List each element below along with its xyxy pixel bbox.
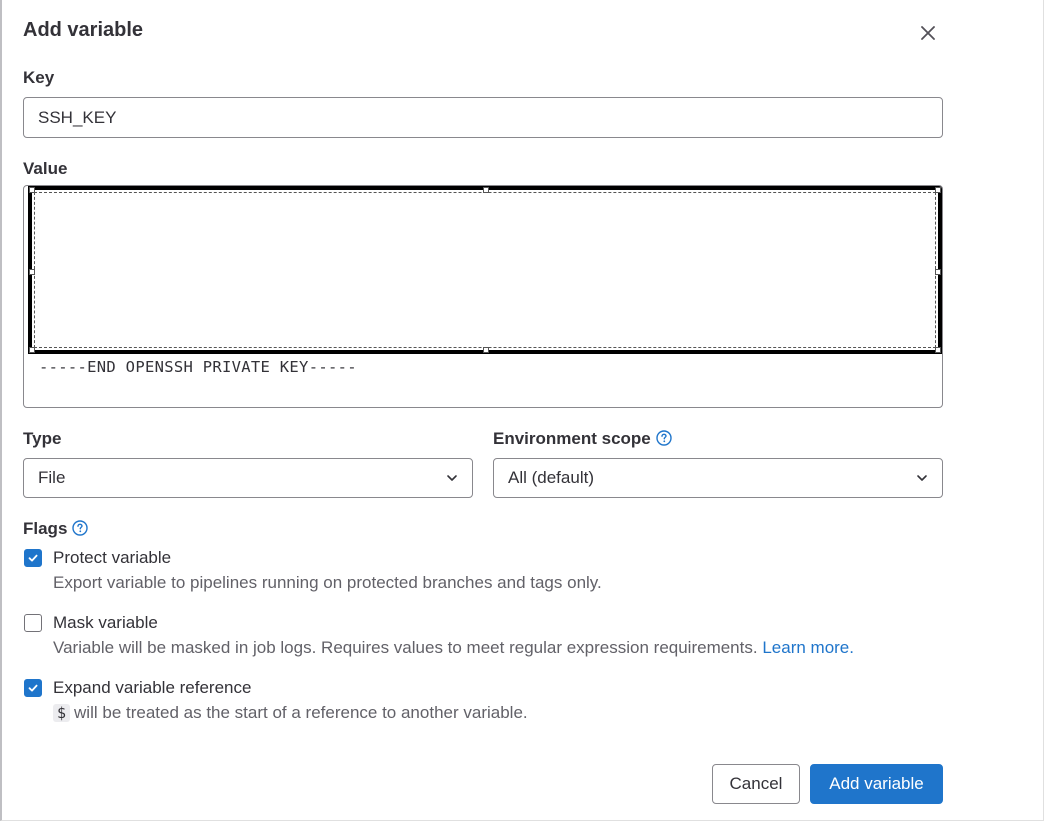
- environment-scope-label: Environment scope: [493, 429, 651, 448]
- expand-variable-help-row: $ will be treated as the start of a refer…: [53, 703, 528, 723]
- key-input[interactable]: SSH_KEY: [23, 97, 943, 138]
- redaction-selection: [34, 192, 936, 348]
- resize-handle: [935, 187, 941, 193]
- value-textarea[interactable]: -----END OPENSSH PRIVATE KEY-----: [23, 185, 943, 408]
- cancel-button[interactable]: Cancel: [712, 764, 800, 804]
- resize-handle: [935, 269, 941, 275]
- redaction-box: [28, 186, 942, 354]
- close-icon: [921, 26, 935, 40]
- check-icon: [28, 554, 38, 562]
- resize-handle: [29, 269, 35, 275]
- environment-scope-label-row: Environment scope: [493, 429, 672, 451]
- question-circle-icon[interactable]: [72, 520, 89, 541]
- chevron-down-icon: [447, 475, 457, 481]
- add-variable-button[interactable]: Add variable: [810, 764, 943, 804]
- protect-variable-help: Export variable to pipelines running on …: [53, 573, 602, 592]
- mask-variable-checkbox[interactable]: [24, 614, 42, 632]
- environment-scope-select[interactable]: All (default): [493, 458, 943, 498]
- expand-variable-label[interactable]: Expand variable reference: [53, 678, 251, 698]
- chevron-down-icon: [917, 475, 927, 481]
- key-input-value: SSH_KEY: [38, 107, 117, 127]
- type-select[interactable]: File: [23, 458, 473, 498]
- mask-variable-help: Variable will be masked in job logs. Req…: [53, 638, 758, 657]
- expand-variable-help: will be treated as the start of a refere…: [74, 703, 528, 722]
- mask-variable-label[interactable]: Mask variable: [53, 613, 158, 633]
- value-visible-text: -----END OPENSSH PRIVATE KEY-----: [39, 358, 357, 376]
- close-button[interactable]: [914, 19, 942, 47]
- learn-more-link[interactable]: Learn more.: [762, 638, 854, 657]
- resize-handle: [29, 187, 35, 193]
- resize-handle: [483, 187, 489, 193]
- resize-handle: [935, 347, 941, 353]
- resize-handle: [29, 347, 35, 353]
- add-variable-modal: Add variable Key SSH_KEY Value -----END …: [0, 0, 1044, 821]
- question-circle-icon[interactable]: [656, 430, 672, 451]
- type-selected-value: File: [38, 468, 66, 487]
- type-label: Type: [23, 429, 62, 448]
- key-label: Key: [23, 68, 55, 87]
- expand-variable-checkbox[interactable]: [24, 679, 42, 697]
- environment-scope-selected-value: All (default): [508, 468, 594, 487]
- modal-title: Add variable: [23, 19, 144, 41]
- protect-variable-label[interactable]: Protect variable: [53, 548, 171, 568]
- dollar-code-chip: $: [53, 704, 71, 722]
- flags-label-row: Flags: [23, 519, 89, 541]
- flags-label: Flags: [23, 519, 68, 538]
- resize-handle: [483, 347, 489, 353]
- mask-variable-help-row: Variable will be masked in job logs. Req…: [53, 638, 854, 658]
- value-label: Value: [23, 159, 68, 178]
- check-icon: [28, 684, 38, 692]
- protect-variable-checkbox[interactable]: [24, 549, 42, 567]
